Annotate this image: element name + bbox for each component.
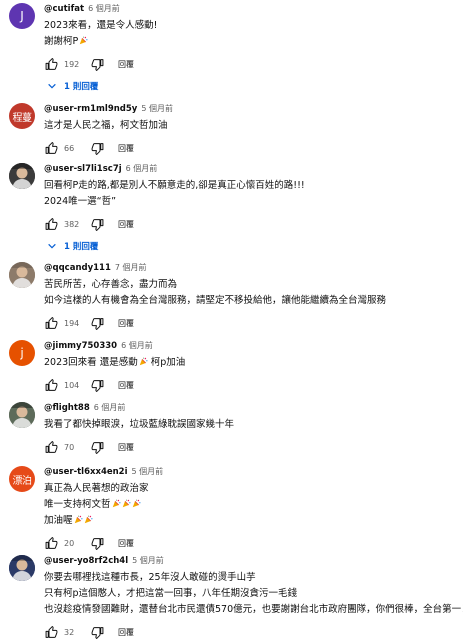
- comment-item: 漂泊 @user-tl6xx4en2i 5 個月前真正為人民著想的政治家唯一支持柯文…: [9, 466, 463, 553]
- comment-text-line: 我看了都快掉眼淚，垃圾藍綠耽誤國家幾十年: [44, 419, 235, 430]
- dislike-icon[interactable]: [90, 217, 104, 231]
- comment-text-line: 回看柯P走的路,都是別人不願意走的,卻是真正心懷百姓的路!!!: [44, 180, 305, 191]
- party-popper-icon: [122, 499, 130, 508]
- comment-item: @flight88 6 個月前我看了都快掉眼淚，垃圾藍綠耽誤國家幾十年 70 回覆: [9, 402, 463, 457]
- comment-author[interactable]: @flight88: [44, 403, 90, 413]
- comment-author[interactable]: @qqcandy111: [44, 263, 111, 273]
- like-count: 104: [64, 380, 80, 390]
- comment-text-line: 如今這樣的人有機會為全台灣服務，請堅定不移投給他，讓他能繼續為全台灣服務: [44, 295, 387, 306]
- comment-item: @qqcandy111 7 個月前苦民所苦，心存善念，盡力而為如今這樣的人有機會為…: [9, 262, 463, 333]
- like-icon[interactable]: [44, 316, 58, 330]
- like-count: 66: [64, 143, 75, 153]
- dislike-icon[interactable]: [90, 625, 104, 639]
- comment-timestamp[interactable]: 6 個月前: [88, 3, 120, 14]
- like-count: 70: [64, 442, 75, 452]
- comment-text-line: 只有柯p這個憨人，才把這當一回事，八年任期沒貪污一毛錢: [44, 588, 298, 599]
- reply-button[interactable]: 回覆: [118, 442, 134, 453]
- comment-text-line: 2023回來看 還是感動 柯p加油: [44, 357, 186, 368]
- avatar[interactable]: 漂泊: [9, 466, 35, 492]
- comment-timestamp[interactable]: 6 個月前: [121, 340, 153, 351]
- dislike-icon[interactable]: [90, 536, 104, 550]
- comment-text-line: 謝謝柯P: [44, 34, 463, 49]
- avatar[interactable]: [9, 262, 35, 288]
- like-count: 194: [64, 318, 80, 328]
- like-icon[interactable]: [44, 141, 58, 155]
- party-popper-icon: [132, 499, 140, 508]
- comment-item: @user-yo8rf2ch4l 5 個月前你要去哪裡找這種市長，25年沒人敢碰的…: [9, 555, 463, 640]
- reply-button[interactable]: 回覆: [118, 143, 134, 154]
- avatar[interactable]: [9, 402, 35, 428]
- comment-text-line: 這才是人民之福，柯文哲加油: [44, 120, 168, 131]
- comment-item: @user-sl7li1sc7j 6 個月前回看柯P走的路,都是別人不願意走的,卻…: [9, 163, 463, 255]
- comment-timestamp[interactable]: 7 個月前: [115, 262, 147, 273]
- dislike-icon[interactable]: [90, 141, 104, 155]
- like-icon[interactable]: [44, 440, 58, 454]
- replies-count-label: 1 則回覆: [64, 82, 99, 92]
- like-count: 382: [64, 219, 80, 229]
- comment-timestamp[interactable]: 6 個月前: [126, 163, 158, 174]
- view-replies-button[interactable]: 1 則回覆: [44, 237, 463, 255]
- comment-item: 程蔓 @user-rm1ml9nd5y 5 個月前這才是人民之福，柯文哲加油 66 回覆: [9, 103, 463, 158]
- comment-text-line: 苦民所苦，心存善念，盡力而為: [44, 279, 178, 290]
- dislike-icon[interactable]: [90, 378, 104, 392]
- comment-text-line: 唯一支持柯文哲: [44, 497, 463, 512]
- like-icon[interactable]: [44, 536, 58, 550]
- reply-button[interactable]: 回覆: [118, 627, 134, 638]
- comment-timestamp[interactable]: 5 個月前: [132, 555, 164, 566]
- comment-text-line: 加油喔: [44, 513, 463, 528]
- avatar[interactable]: J: [9, 3, 35, 29]
- comment-author[interactable]: @user-yo8rf2ch4l: [44, 556, 128, 566]
- comment-author[interactable]: @cutifat: [44, 4, 84, 14]
- comment-text-line: 2023來看，還是令人感動!: [44, 20, 158, 31]
- like-icon[interactable]: [44, 378, 58, 392]
- comment-author[interactable]: @user-rm1ml9nd5y: [44, 104, 137, 114]
- like-icon[interactable]: [44, 217, 58, 231]
- like-count: 20: [64, 538, 75, 548]
- reply-button[interactable]: 回覆: [118, 380, 134, 391]
- comment-item: j @jimmy750330 6 個月前 2023回來看 還是感動 柯p加油 104 回覆: [9, 340, 463, 395]
- comment-author[interactable]: @user-sl7li1sc7j: [44, 164, 122, 174]
- party-popper-icon: [74, 515, 82, 524]
- comment-timestamp[interactable]: 5 個月前: [141, 103, 173, 114]
- comment-author[interactable]: @jimmy750330: [44, 341, 117, 351]
- view-replies-button[interactable]: 1 則回覆: [44, 77, 463, 95]
- replies-count-label: 1 則回覆: [64, 242, 99, 252]
- dislike-icon[interactable]: [90, 316, 104, 330]
- dislike-icon[interactable]: [90, 440, 104, 454]
- chevron-down-icon: [44, 81, 57, 91]
- avatar[interactable]: j: [9, 340, 35, 366]
- avatar[interactable]: [9, 163, 35, 189]
- party-popper-icon: [84, 515, 92, 524]
- like-count: 192: [64, 59, 80, 69]
- comment-timestamp[interactable]: 6 個月前: [94, 402, 126, 413]
- reply-button[interactable]: 回覆: [118, 318, 134, 329]
- comment-text-line: 真正為人民著想的政治家: [44, 483, 149, 494]
- party-popper-icon: [112, 499, 120, 508]
- like-icon[interactable]: [44, 625, 58, 639]
- party-popper-icon: [79, 36, 88, 45]
- comment-text-line: 你要去哪裡找這種市長，25年沒人敢碰的燙手山芋: [44, 572, 256, 583]
- reply-button[interactable]: 回覆: [118, 219, 134, 230]
- comment-item: J @cutifat 6 個月前 2023來看，還是令人感動! 謝謝柯P 192 回覆 1 則…: [9, 3, 463, 95]
- comment-author[interactable]: @user-tl6xx4en2i: [44, 467, 128, 477]
- comment-text-line: 2024唯一選“哲”: [44, 196, 117, 207]
- reply-button[interactable]: 回覆: [118, 538, 134, 549]
- comment-list: J @cutifat 6 個月前 2023來看，還是令人感動! 謝謝柯P 192 回覆 1 則…: [0, 0, 463, 640]
- dislike-icon[interactable]: [90, 57, 104, 71]
- like-count: 32: [64, 627, 75, 637]
- avatar[interactable]: 程蔓: [9, 103, 35, 129]
- chevron-down-icon: [44, 241, 57, 251]
- avatar[interactable]: [9, 555, 35, 581]
- party-popper-icon: [139, 357, 148, 366]
- comment-timestamp[interactable]: 5 個月前: [132, 466, 164, 477]
- reply-button[interactable]: 回覆: [118, 59, 134, 70]
- comment-text-line: 也沒趁疫情發國難財，還替台北市民還債570億元，也要謝謝台北市政府團隊，你們很棒…: [44, 604, 463, 615]
- like-icon[interactable]: [44, 57, 58, 71]
